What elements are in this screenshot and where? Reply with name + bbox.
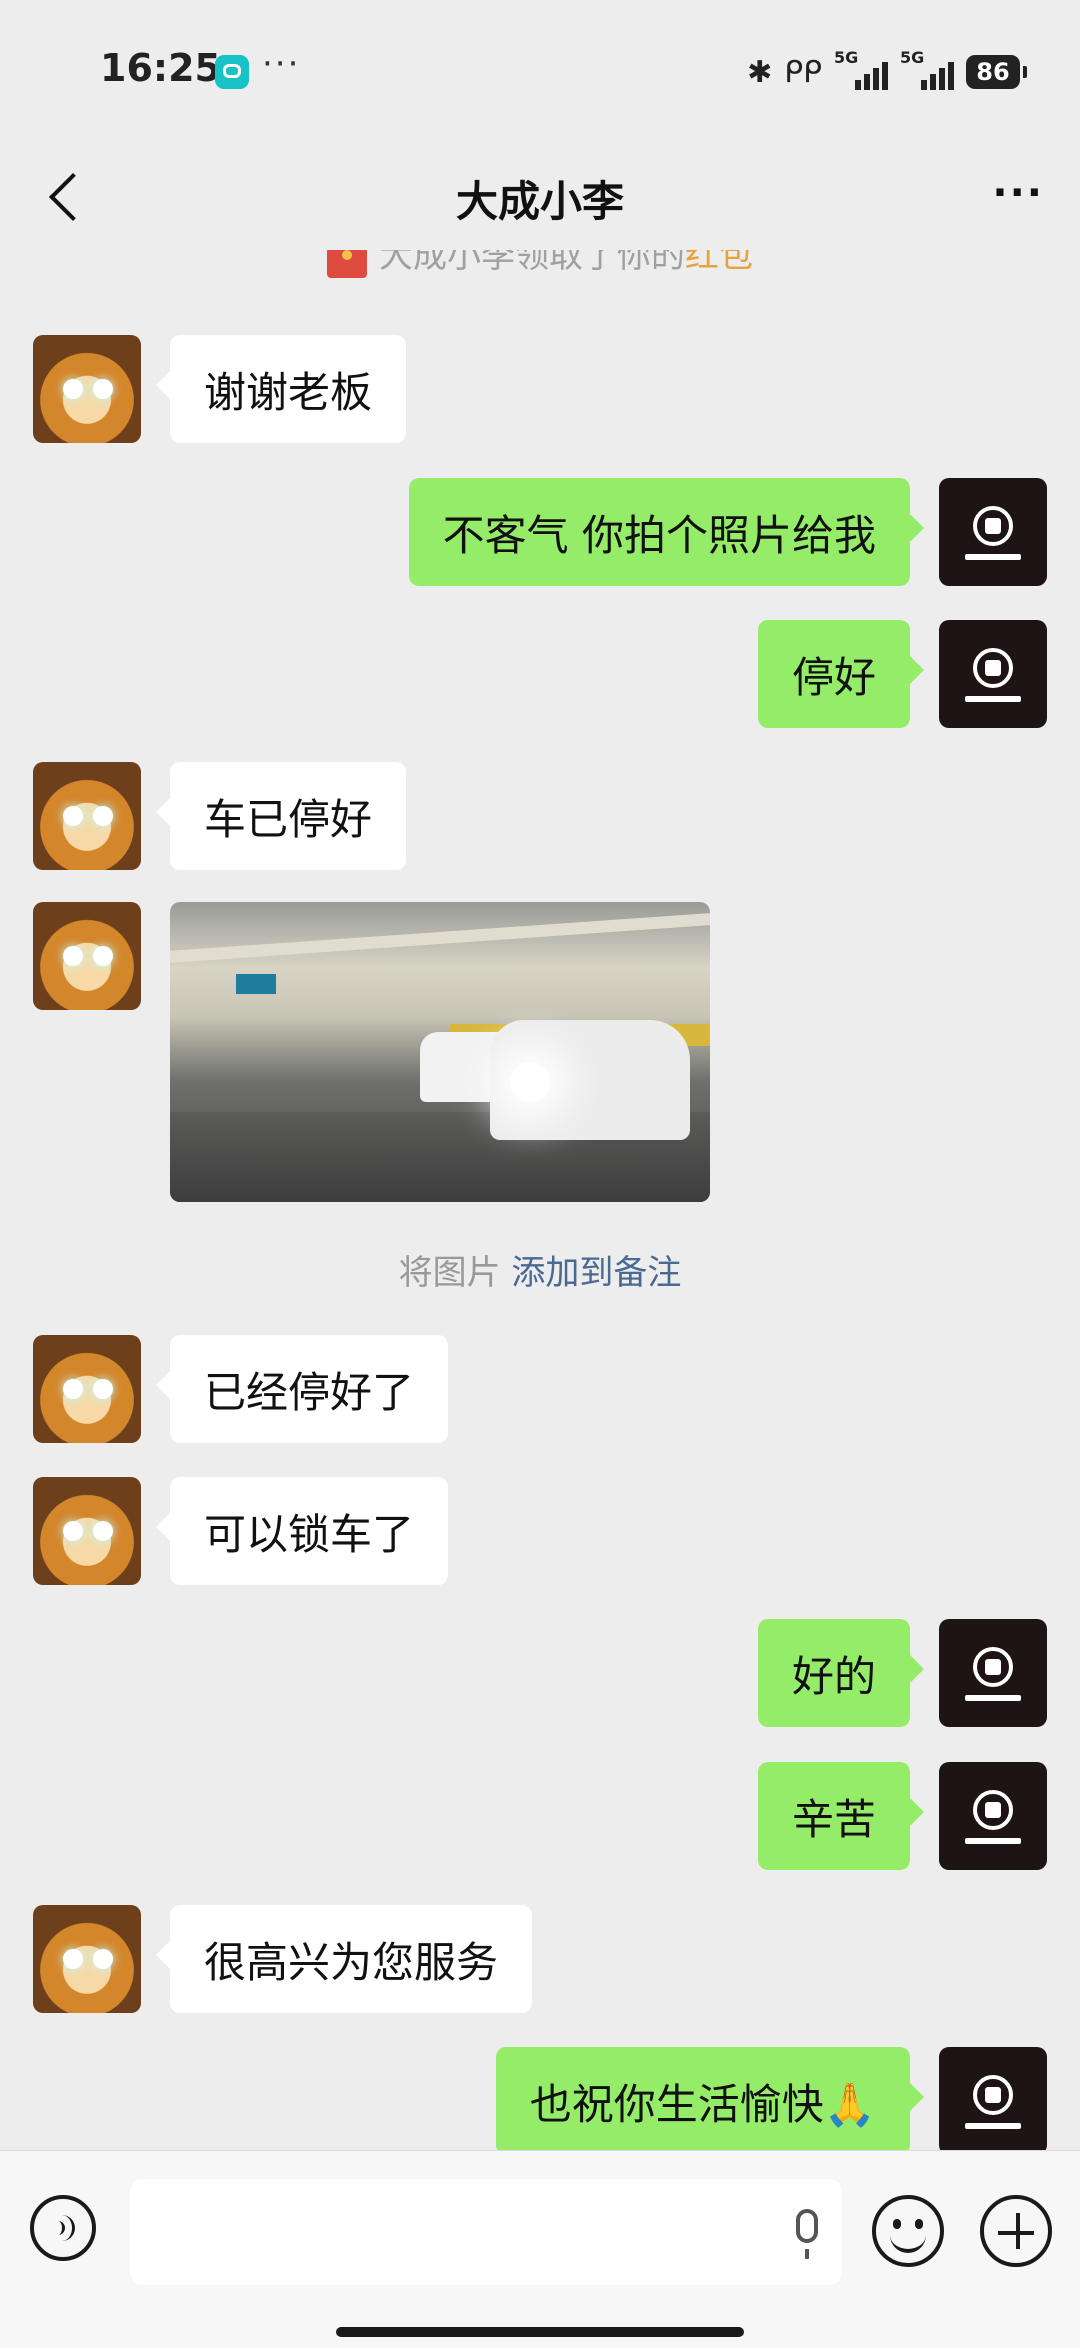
exit-sign [236, 974, 276, 994]
voice-input-toggle-icon[interactable] [30, 2195, 96, 2261]
status-time: 16:25 [100, 46, 221, 90]
redpacket-icon [327, 250, 367, 278]
message-bubble-sent[interactable]: 停好 [757, 620, 925, 728]
microphone-icon[interactable] [796, 2209, 818, 2259]
message-bubble-received[interactable]: 可以锁车了 [155, 1477, 449, 1585]
home-indicator[interactable] [336, 2327, 744, 2337]
headlight [510, 1062, 550, 1102]
more-options-button[interactable]: ··· [992, 170, 1044, 216]
redpacket-notice: 大成小李领取了你的红包 [0, 250, 1080, 278]
chat-title: 大成小李 [455, 177, 624, 226]
bluetooth-icon: ✱ [747, 54, 773, 90]
contact-avatar[interactable] [33, 1335, 141, 1443]
chat-header: 大成小李 ··· [0, 140, 1080, 250]
contact-avatar[interactable] [33, 762, 141, 870]
signal-icon-2: 5G [900, 48, 954, 92]
message-bubble-sent[interactable]: 也祝你生活愉快🙏 [495, 2047, 925, 2150]
my-avatar[interactable] [939, 1762, 1047, 1870]
status-icons: ✱ ᑭᑭ 5G 5G 86 [747, 48, 1027, 94]
contact-avatar[interactable] [33, 1905, 141, 2013]
my-avatar[interactable] [939, 1619, 1047, 1727]
add-to-note-link[interactable]: 添加到备注 [511, 1253, 681, 1293]
my-avatar[interactable] [939, 2047, 1047, 2150]
plus-button-icon[interactable] [980, 2195, 1052, 2267]
my-avatar[interactable] [939, 620, 1047, 728]
redpacket-notice-text: 大成小李领取了你的 [379, 250, 685, 276]
message-bubble-sent[interactable]: 不客气 你拍个照片给我 [408, 478, 925, 586]
signal-icon-1: 5G [834, 48, 888, 92]
photo-note: 将图片 添加到备注 [0, 1245, 1080, 1294]
message-bubble-received[interactable]: 车已停好 [155, 762, 407, 870]
message-bubble-received[interactable]: 很高兴为您服务 [155, 1905, 533, 2013]
my-avatar[interactable] [939, 478, 1047, 586]
contact-avatar[interactable] [33, 902, 141, 1010]
message-bubble-received[interactable]: 已经停好了 [155, 1335, 449, 1443]
message-list[interactable]: 大成小李领取了你的红包 谢谢老板 不客气 你拍个照片给我 停好 车已停好 将图片… [0, 250, 1080, 2150]
contact-avatar[interactable] [33, 335, 141, 443]
message-bubble-sent[interactable]: 好的 [757, 1619, 925, 1727]
message-bubble-received[interactable]: 谢谢老板 [155, 335, 407, 443]
photo-note-text: 将图片 [398, 1253, 501, 1293]
earbuds-icon: ᑭᑭ [784, 54, 822, 90]
message-bubble-sent[interactable]: 辛苦 [757, 1762, 925, 1870]
more-notifications-icon: ··· [262, 44, 301, 84]
app-notification-icon [215, 55, 249, 89]
status-bar: 16:25 ··· ✱ ᑭᑭ 5G 5G 86 [0, 0, 1080, 140]
message-input[interactable] [130, 2179, 842, 2285]
contact-avatar[interactable] [33, 1477, 141, 1585]
emoji-button-icon[interactable] [872, 2195, 944, 2267]
photo-message[interactable] [170, 902, 710, 1202]
battery-icon: 86 [966, 55, 1027, 89]
redpacket-link[interactable]: 红包 [685, 250, 753, 276]
input-bar [0, 2150, 1080, 2348]
